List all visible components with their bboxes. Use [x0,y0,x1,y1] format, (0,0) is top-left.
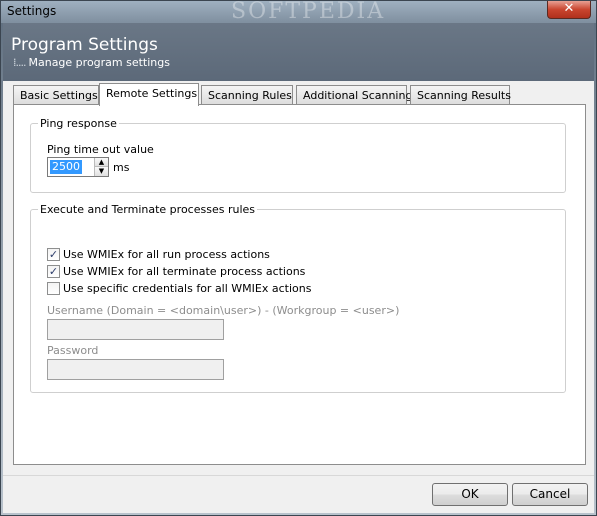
tab-additional-scanning[interactable]: Additional Scanning [296,85,412,105]
watermark: SOFTPEDIA [231,0,386,24]
password-field[interactable] [47,359,224,380]
close-button[interactable]: ✕ [547,1,591,19]
checkbox-box[interactable] [47,282,60,295]
username-label: Username (Domain = <domain\user>) - (Wor… [47,304,400,317]
tree-dots-icon: ⁞.... [13,56,27,69]
checkbox-box[interactable]: ✓ [47,265,60,278]
dialog-client: Program Settings ⁞.... Manage program set… [3,23,594,513]
ping-timeout-stepper[interactable]: 2500 ▲ ▼ [47,157,109,177]
title-bar[interactable]: Settings SOFTPEDIA ✕ [1,0,596,24]
tab-label: Remote Settings [106,87,198,100]
checkbox-wmiex-terminate[interactable]: ✓ Use WMIEx for all terminate process ac… [47,265,305,278]
ping-timeout-value[interactable]: 2500 [50,160,82,174]
checkbox-label: Use WMIEx for all terminate process acti… [63,265,306,278]
tab-scanning-rules[interactable]: Scanning Rules [201,85,293,105]
ok-button[interactable]: OK [432,483,508,506]
close-icon: ✕ [563,1,575,16]
tab-scanning-results[interactable]: Scanning Results [410,85,511,105]
settings-window: Settings SOFTPEDIA ✕ Program Settings ⁞.… [0,0,597,516]
tab-label: Scanning Rules [208,89,292,102]
window-title: Settings [7,4,57,18]
checkmark-icon: ✓ [48,265,59,278]
footer-divider [3,475,594,476]
username-field[interactable] [47,319,224,340]
checkmark-icon: ✓ [48,248,59,261]
tab-label: Scanning Results [417,89,511,102]
header-banner: Program Settings ⁞.... Manage program set… [3,23,594,81]
page-subtitle-text: Manage program settings [28,56,170,69]
page-subtitle: ⁞.... Manage program settings [13,56,170,69]
ping-response-legend: Ping response [40,117,117,130]
tab-basic-settings[interactable]: Basic Settings [13,85,99,105]
tab-label: Basic Settings [20,89,98,102]
checkbox-box[interactable]: ✓ [47,248,60,261]
remote-settings-panel: Ping response Ping time out value 2500 ▲… [13,104,586,465]
tab-remote-settings[interactable]: Remote Settings [99,83,199,106]
ping-unit-label: ms [113,161,130,174]
checkbox-label: Use specific credentials for all WMIEx a… [63,282,312,295]
arrow-up-icon: ▲ [98,158,105,166]
cancel-button[interactable]: Cancel [512,483,588,506]
stepper-up-button[interactable]: ▲ [95,158,108,167]
checkbox-label: Use WMIEx for all run process actions [63,248,270,261]
execute-terminate-legend: Execute and Terminate processes rules [40,203,255,216]
tab-label: Additional Scanning [303,89,413,102]
checkbox-specific-credentials[interactable]: Use specific credentials for all WMIEx a… [47,282,311,295]
stepper-down-button[interactable]: ▼ [95,167,108,176]
checkbox-wmiex-run[interactable]: ✓ Use WMIEx for all run process actions [47,248,270,261]
stepper-buttons: ▲ ▼ [94,158,108,176]
ping-timeout-label: Ping time out value [47,143,154,156]
password-label: Password [47,344,99,357]
arrow-down-icon: ▼ [98,167,105,175]
page-title: Program Settings [11,35,158,55]
